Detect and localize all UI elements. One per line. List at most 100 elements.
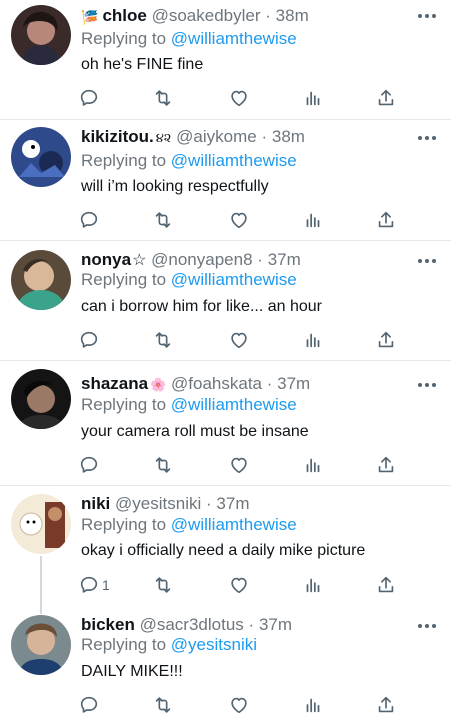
share-button[interactable]	[375, 87, 397, 109]
reply-tweet[interactable]: niki @yesitsniki · 37m Replying to @will…	[0, 486, 451, 604]
timestamp[interactable]: 37m	[268, 250, 301, 269]
retweet-icon	[152, 694, 174, 716]
share-button[interactable]	[375, 574, 397, 596]
mention-link[interactable]: @williamthewise	[171, 29, 297, 48]
share-button[interactable]	[375, 329, 397, 351]
name-emoji: ૪૨	[155, 129, 172, 145]
mention-link[interactable]: @yesitsniki	[171, 635, 257, 654]
user-handle[interactable]: @sacr3dlotus	[140, 615, 244, 634]
replying-to-label: Replying to	[81, 635, 167, 654]
like-button[interactable]	[228, 574, 250, 596]
user-handle[interactable]: @nonyapen8	[151, 250, 252, 269]
reply-tweet[interactable]: bicken @sacr3dlotus · 37m Replying to @y…	[0, 606, 451, 720]
mention-link[interactable]: @williamthewise	[171, 270, 297, 289]
retweet-button[interactable]	[152, 209, 174, 231]
timestamp[interactable]: 38m	[276, 6, 309, 25]
reply-button[interactable]	[78, 209, 102, 231]
display-name[interactable]: niki	[81, 494, 110, 513]
analytics-button[interactable]	[302, 574, 324, 596]
timestamp[interactable]: 37m	[277, 374, 310, 393]
action-bar	[78, 87, 398, 111]
more-options-icon[interactable]	[418, 382, 438, 388]
more-options-icon[interactable]	[418, 258, 438, 264]
analytics-icon	[302, 454, 324, 476]
user-handle[interactable]: @aiykome	[176, 127, 257, 146]
display-name[interactable]: bicken	[81, 615, 135, 634]
analytics-button[interactable]	[302, 694, 324, 716]
mention-link[interactable]: @williamthewise	[171, 395, 297, 414]
reply-count: 1	[102, 577, 110, 593]
retweet-button[interactable]	[152, 454, 174, 476]
mention-link[interactable]: @williamthewise	[171, 151, 297, 170]
analytics-button[interactable]	[302, 87, 324, 109]
retweet-button[interactable]	[152, 694, 174, 716]
analytics-button[interactable]	[302, 454, 324, 476]
like-button[interactable]	[228, 329, 250, 351]
retweet-button[interactable]	[152, 87, 174, 109]
like-icon	[228, 574, 250, 596]
more-options-icon[interactable]	[418, 135, 438, 141]
retweet-button[interactable]	[152, 574, 174, 596]
avatar[interactable]	[11, 494, 71, 554]
mention-link[interactable]: @williamthewise	[171, 515, 297, 534]
replying-to-line: Replying to @williamthewise	[81, 514, 297, 536]
replying-to-line: Replying to @williamthewise	[81, 394, 297, 416]
tweet-header: niki @yesitsniki · 37m	[81, 493, 249, 515]
tweet-header: shazana 🌸 @foahskata · 37m	[81, 373, 310, 396]
tweet-text: will i’m looking respectfully	[81, 178, 269, 195]
user-handle[interactable]: @yesitsniki	[115, 494, 201, 513]
avatar[interactable]	[11, 5, 71, 65]
action-bar	[78, 209, 398, 233]
reply-tweet[interactable]: nonya☆ @nonyapen8 · 37m Replying to @wil…	[0, 241, 451, 360]
separator-dot: ·	[248, 615, 255, 634]
share-icon	[375, 329, 397, 351]
display-name[interactable]: nonya	[81, 250, 131, 269]
share-button[interactable]	[375, 454, 397, 476]
replying-to-label: Replying to	[81, 515, 167, 534]
replying-to-line: Replying to @williamthewise	[81, 28, 297, 50]
avatar[interactable]	[11, 250, 71, 310]
reply-icon	[78, 694, 100, 716]
avatar[interactable]	[11, 615, 71, 675]
timestamp[interactable]: 38m	[272, 127, 305, 146]
replying-to-label: Replying to	[81, 29, 167, 48]
name-emoji: 🌸	[150, 376, 167, 392]
reply-tweet[interactable]: kikizitou. ૪૨ @aiykome · 38m Replying to …	[0, 120, 451, 240]
like-button[interactable]	[228, 209, 250, 231]
replying-to-line: Replying to @yesitsniki	[81, 634, 257, 656]
action-bar	[78, 329, 398, 353]
reply-button[interactable]	[78, 329, 102, 351]
reply-button[interactable]	[78, 454, 102, 476]
user-handle[interactable]: @foahskata	[171, 374, 262, 393]
timestamp[interactable]: 37m	[259, 615, 292, 634]
retweet-icon	[152, 574, 174, 596]
like-icon	[228, 329, 250, 351]
like-icon	[228, 87, 250, 109]
like-button[interactable]	[228, 87, 250, 109]
more-options-icon[interactable]	[418, 13, 438, 19]
display-name[interactable]: shazana	[81, 374, 148, 393]
like-button[interactable]	[228, 454, 250, 476]
like-button[interactable]	[228, 694, 250, 716]
user-handle[interactable]: @soakedbyler	[152, 6, 261, 25]
analytics-button[interactable]	[302, 329, 324, 351]
analytics-icon	[302, 694, 324, 716]
retweet-button[interactable]	[152, 329, 174, 351]
analytics-button[interactable]	[302, 209, 324, 231]
display-name[interactable]: kikizitou.	[81, 127, 154, 146]
tweet-text: okay i officially need a daily mike pict…	[81, 542, 366, 559]
avatar[interactable]	[11, 127, 71, 187]
share-button[interactable]	[375, 694, 397, 716]
reply-tweet[interactable]: 🎏 chloe @soakedbyler · 38m Replying to @w…	[0, 0, 451, 120]
timestamp[interactable]: 37m	[216, 494, 249, 513]
more-options-icon[interactable]	[418, 623, 438, 629]
reply-icon	[78, 329, 100, 351]
reply-tweet[interactable]: shazana 🌸 @foahskata · 37m Replying to @w…	[0, 361, 451, 485]
avatar[interactable]	[11, 369, 71, 429]
analytics-icon	[302, 87, 324, 109]
reply-button[interactable]	[78, 694, 102, 716]
share-button[interactable]	[375, 209, 397, 231]
reply-button[interactable]: 1	[78, 574, 110, 596]
reply-button[interactable]	[78, 87, 102, 109]
display-name[interactable]: chloe	[102, 6, 146, 25]
